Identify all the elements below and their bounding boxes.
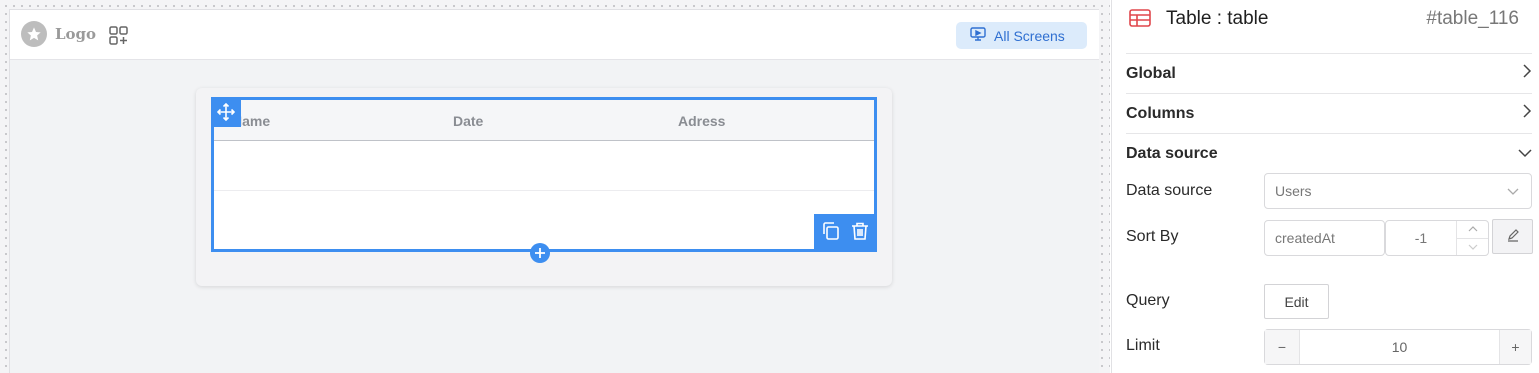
screen-topbar: Logo All Screens — [10, 10, 1099, 60]
star-icon — [21, 21, 47, 47]
table-icon — [1129, 9, 1151, 27]
sort-direction-input[interactable]: -1 — [1385, 220, 1489, 256]
trash-icon[interactable] — [850, 221, 870, 246]
canvas: Logo All Screens Name Date Adress — [0, 0, 1110, 373]
query-label: Query — [1126, 292, 1170, 309]
chevron-right-icon — [1522, 104, 1532, 123]
column-header-address: Adress — [678, 113, 726, 129]
properties-panel: Table : table #table_116 Global Columns … — [1111, 0, 1539, 373]
sort-field-value: createdAt — [1275, 230, 1335, 246]
sort-field-input[interactable]: createdAt — [1264, 220, 1385, 256]
panel-title: Table : table — [1166, 8, 1269, 29]
limit-plus-button[interactable]: + — [1499, 330, 1531, 364]
limit-label: Limit — [1126, 337, 1160, 354]
add-row-icon[interactable] — [530, 243, 550, 263]
widget-id: #table_116 — [1426, 8, 1519, 29]
all-screens-label: All Screens — [994, 27, 1065, 44]
section-columns[interactable]: Columns — [1126, 93, 1532, 133]
sort-direction-stepper[interactable] — [1456, 221, 1488, 255]
table-widget[interactable]: Name Date Adress — [211, 97, 877, 252]
query-edit-button[interactable]: Edit — [1264, 284, 1329, 319]
data-source-value: Users — [1275, 183, 1312, 199]
chevron-down-icon[interactable] — [1457, 239, 1488, 256]
section-global[interactable]: Global — [1126, 53, 1532, 93]
chevron-up-icon[interactable] — [1457, 221, 1488, 239]
all-screens-button[interactable]: All Screens — [956, 22, 1087, 49]
chevron-down-icon — [1518, 145, 1532, 163]
limit-stepper[interactable]: − 10 + — [1264, 329, 1532, 365]
add-widget-icon[interactable] — [109, 26, 129, 46]
table-row — [214, 191, 874, 241]
duplicate-icon[interactable] — [821, 221, 841, 246]
move-icon[interactable] — [211, 97, 241, 127]
data-source-label: Data source — [1126, 182, 1213, 199]
section-data-source[interactable]: Data source — [1126, 133, 1532, 173]
chevron-right-icon — [1522, 64, 1532, 83]
widget-action-bar — [814, 214, 877, 252]
table-row — [214, 141, 874, 191]
data-source-select[interactable]: Users — [1264, 173, 1532, 209]
limit-minus-button[interactable]: − — [1265, 330, 1300, 364]
section-columns-label: Columns — [1126, 104, 1195, 122]
sort-by-label: Sort By — [1126, 228, 1179, 245]
chevron-down-icon — [1507, 183, 1519, 199]
column-header-date: Date — [453, 113, 484, 129]
pencil-icon — [1506, 228, 1520, 245]
table-header: Name Date Adress — [214, 100, 874, 141]
section-global-label: Global — [1126, 64, 1176, 82]
section-data-source-label: Data source — [1126, 144, 1218, 162]
edit-sort-button[interactable] — [1492, 219, 1533, 254]
panel-header: Table : table #table_116 — [1112, 0, 1539, 38]
screen-icon — [970, 27, 986, 44]
sort-direction-value: -1 — [1414, 230, 1428, 246]
limit-value[interactable]: 10 — [1300, 339, 1499, 355]
logo-text: Logo — [55, 25, 97, 43]
